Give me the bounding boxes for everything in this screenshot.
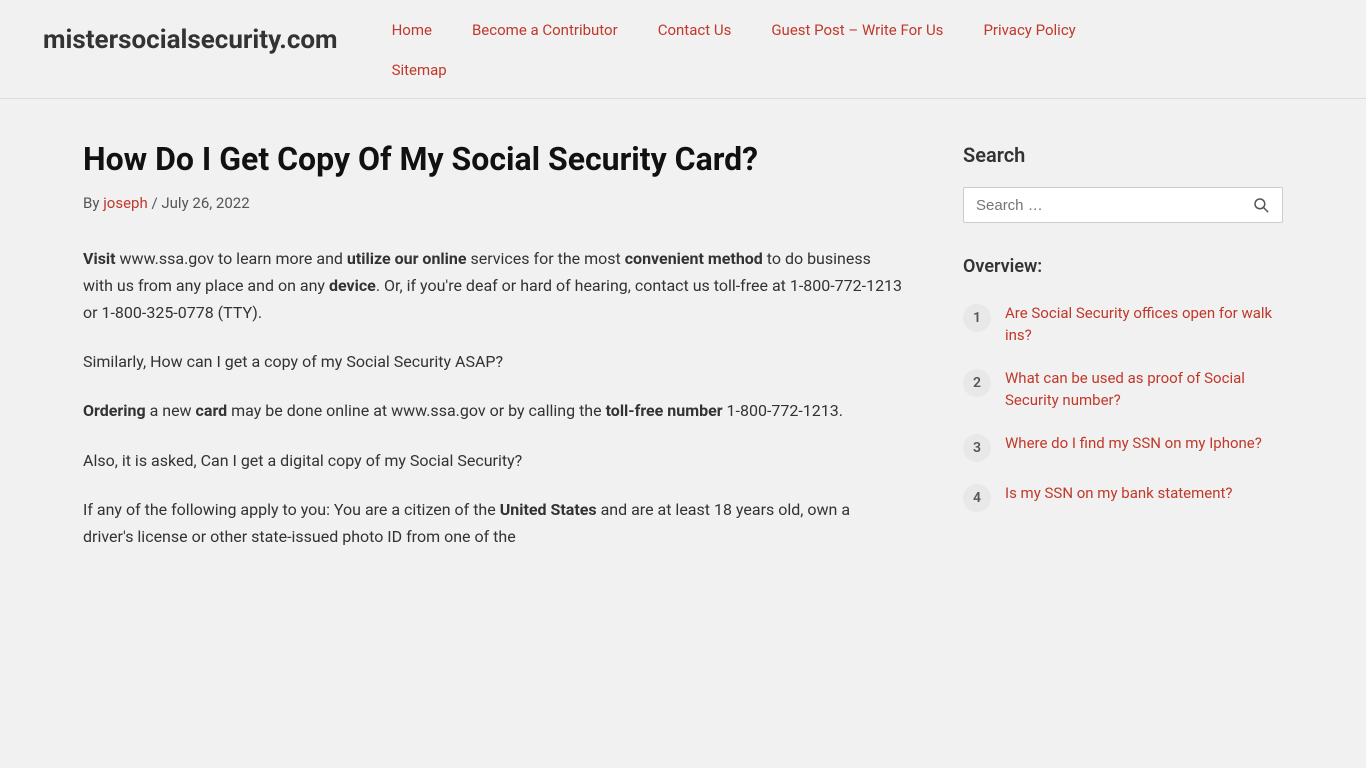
article-title: How Do I Get Copy Of My Social Security …: [83, 139, 903, 181]
search-input[interactable]: [976, 197, 1252, 214]
overview-number-4: 4: [963, 484, 991, 512]
overview-link-3[interactable]: Where do I find my SSN on my Iphone?: [1005, 432, 1262, 455]
nav-contact[interactable]: Contact Us: [644, 10, 746, 50]
search-box: [963, 187, 1283, 223]
overview-link-1[interactable]: Are Social Security offices open for wal…: [1005, 302, 1283, 347]
site-header: mistersocialsecurity.com Home Become a C…: [0, 0, 1366, 99]
search-icon: [1252, 196, 1270, 214]
nav-bottom-row: Sitemap: [378, 50, 1323, 98]
meta-date: July 26, 2022: [161, 194, 249, 212]
overview-list: 1 Are Social Security offices open for w…: [963, 302, 1283, 512]
overview-item-3: 3 Where do I find my SSN on my Iphone?: [963, 432, 1283, 462]
p3-bold-tollfree: toll-free number: [606, 401, 723, 420]
article-body: Visit www.ssa.gov to learn more and util…: [83, 245, 903, 551]
article-paragraph-4: Also, it is asked, Can I get a digital c…: [83, 447, 903, 474]
sidebar-search-section: Search: [963, 139, 1283, 223]
article-paragraph-5: If any of the following apply to you: Yo…: [83, 496, 903, 550]
sidebar-search-title: Search: [963, 139, 1283, 171]
main-content: How Do I Get Copy Of My Social Security …: [83, 139, 903, 572]
overview-link-2[interactable]: What can be used as proof of Social Secu…: [1005, 367, 1283, 412]
nav-guest-post[interactable]: Guest Post – Write For Us: [757, 10, 957, 50]
meta-author[interactable]: joseph: [103, 194, 148, 212]
site-content: How Do I Get Copy Of My Social Security …: [43, 99, 1323, 612]
article-paragraph-1: Visit www.ssa.gov to learn more and util…: [83, 245, 903, 327]
article-paragraph-2: Similarly, How can I get a copy of my So…: [83, 348, 903, 375]
main-nav: Home Become a Contributor Contact Us Gue…: [378, 0, 1323, 98]
meta-separator: /: [151, 194, 161, 212]
overview-number-1: 1: [963, 304, 991, 332]
sidebar: Search Overview: 1 Are Social Security o…: [963, 139, 1283, 572]
overview-title: Overview:: [963, 253, 1283, 282]
p3-bold-card: card: [196, 401, 228, 420]
nav-top-row: Home Become a Contributor Contact Us Gue…: [378, 10, 1323, 50]
meta-by: By: [83, 194, 99, 212]
overview-item-4: 4 Is my SSN on my bank statement?: [963, 482, 1283, 512]
p1-bold-convenient: convenient method: [625, 249, 763, 268]
p1-bold-device: device: [329, 276, 376, 295]
nav-privacy[interactable]: Privacy Policy: [969, 10, 1089, 50]
p5-bold-us: United States: [500, 500, 597, 519]
sidebar-overview-section: Overview: 1 Are Social Security offices …: [963, 253, 1283, 512]
overview-link-4[interactable]: Is my SSN on my bank statement?: [1005, 482, 1233, 505]
overview-number-2: 2: [963, 369, 991, 397]
search-button[interactable]: [1252, 196, 1270, 214]
p1-bold-visit: Visit: [83, 249, 116, 268]
nav-sitemap[interactable]: Sitemap: [378, 50, 461, 90]
p1-bold-utilize: utilize our online: [347, 249, 467, 268]
p3-bold-ordering: Ordering: [83, 401, 146, 420]
article-meta: By joseph / July 26, 2022: [83, 191, 903, 215]
overview-item-2: 2 What can be used as proof of Social Se…: [963, 367, 1283, 412]
article-paragraph-3: Ordering a new card may be done online a…: [83, 397, 903, 424]
overview-item-1: 1 Are Social Security offices open for w…: [963, 302, 1283, 347]
nav-contributor[interactable]: Become a Contributor: [458, 10, 632, 50]
overview-number-3: 3: [963, 434, 991, 462]
site-logo[interactable]: mistersocialsecurity.com: [43, 0, 338, 82]
nav-home[interactable]: Home: [378, 10, 446, 50]
